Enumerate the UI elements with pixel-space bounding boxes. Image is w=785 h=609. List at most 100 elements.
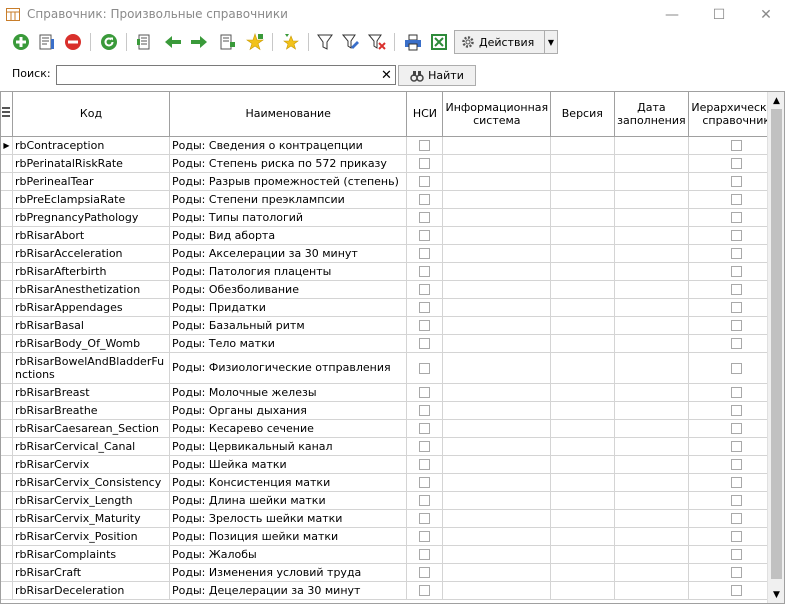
cell-code[interactable]: rbRisarCervical_Canal (12, 437, 171, 456)
row-selector[interactable] (1, 172, 13, 191)
cell-version[interactable] (550, 473, 615, 492)
search-button[interactable]: Найти (398, 65, 476, 86)
row-selector[interactable] (1, 527, 13, 546)
cell-info-system[interactable] (442, 226, 552, 245)
cell-info-system[interactable] (442, 527, 552, 546)
row-selector[interactable] (1, 190, 13, 209)
cell-code[interactable]: rbRisarAnesthetization (12, 280, 171, 299)
cell-fill-date[interactable] (614, 455, 690, 474)
cell-code[interactable]: rbRisarBody_Of_Womb (12, 334, 171, 353)
cell-code[interactable]: rbPerinatalRiskRate (12, 154, 171, 173)
column-header-fill-date[interactable]: Дата заполнения (614, 92, 690, 137)
cell-info-system[interactable] (442, 280, 552, 299)
cell-code[interactable]: rbRisarAfterbirth (12, 262, 171, 281)
checkbox[interactable] (730, 567, 742, 578)
cell-info-system[interactable] (442, 136, 552, 155)
column-chooser-button[interactable] (1, 92, 13, 137)
column-header-version[interactable]: Версия (550, 92, 615, 137)
cell-version[interactable] (550, 509, 615, 528)
row-selector[interactable] (1, 401, 13, 420)
table-row[interactable]: rbRisarBasal Роды: Базальный ритм (1, 316, 784, 335)
maximize-button[interactable]: ☐ (697, 0, 741, 29)
cell-fill-date[interactable] (614, 473, 690, 492)
checkbox[interactable] (419, 549, 431, 560)
table-row[interactable]: rbRisarAppendages Роды: Придатки (1, 298, 784, 317)
checkbox[interactable] (419, 423, 431, 434)
cell-nsi[interactable] (406, 401, 444, 420)
cell-version[interactable] (550, 136, 615, 155)
table-row[interactable]: rbRisarCervix_Position Роды: Позиция шейк… (1, 527, 784, 546)
cell-code[interactable]: rbPregnancyPathology (12, 208, 171, 227)
checkbox[interactable] (419, 212, 431, 223)
cell-fill-date[interactable] (614, 172, 690, 191)
cell-fill-date[interactable] (614, 352, 690, 384)
cell-fill-date[interactable] (614, 401, 690, 420)
cell-version[interactable] (550, 527, 615, 546)
add-button[interactable] (10, 30, 32, 54)
checkbox[interactable] (419, 362, 431, 374)
actions-button[interactable]: Действия (454, 30, 545, 54)
column-header-info-system[interactable]: Информационная система (442, 92, 552, 137)
cell-name[interactable]: Роды: Вид аборта (169, 226, 408, 245)
checkbox[interactable] (730, 549, 742, 560)
table-row[interactable]: rbPregnancyPathology Роды: Типы патологий (1, 208, 784, 227)
cell-fill-date[interactable] (614, 437, 690, 456)
cell-fill-date[interactable] (614, 419, 690, 438)
filter-edit-button[interactable] (340, 30, 362, 54)
cell-nsi[interactable] (406, 154, 444, 173)
cell-info-system[interactable] (442, 208, 552, 227)
checkbox[interactable] (730, 212, 742, 223)
cell-code[interactable]: rbRisarBowelAndBladderFunctions (12, 352, 171, 384)
cell-nsi[interactable] (406, 298, 444, 317)
row-selector[interactable] (1, 581, 13, 600)
cell-nsi[interactable] (406, 563, 444, 582)
cell-fill-date[interactable] (614, 208, 690, 227)
cell-version[interactable] (550, 455, 615, 474)
cell-code[interactable]: rbPreEclampsiaRate (12, 190, 171, 209)
checkbox[interactable] (730, 459, 742, 470)
cell-name[interactable]: Роды: Шейка матки (169, 455, 408, 474)
checkbox[interactable] (419, 248, 431, 259)
checkbox[interactable] (419, 194, 431, 205)
cell-name[interactable]: Роды: Разрыв промежностей (степень) (169, 172, 408, 191)
checkbox[interactable] (730, 423, 742, 434)
checkbox[interactable] (730, 338, 742, 349)
cell-name[interactable]: Роды: Патология плаценты (169, 262, 408, 281)
cell-version[interactable] (550, 226, 615, 245)
cell-fill-date[interactable] (614, 298, 690, 317)
checkbox[interactable] (730, 158, 742, 169)
cell-fill-date[interactable] (614, 136, 690, 155)
cell-info-system[interactable] (442, 581, 552, 600)
minimize-button[interactable]: — (650, 0, 694, 29)
cell-version[interactable] (550, 545, 615, 564)
cell-code[interactable]: rbRisarCervix_Length (12, 491, 171, 510)
checkbox[interactable] (419, 176, 431, 187)
checkbox[interactable] (730, 248, 742, 259)
scroll-down-button[interactable]: ▼ (768, 586, 784, 603)
checkbox[interactable] (419, 459, 431, 470)
table-row[interactable]: rbRisarCaesarean_Section Роды: Кесарево с… (1, 419, 784, 438)
cell-version[interactable] (550, 419, 615, 438)
print-button[interactable] (402, 30, 424, 54)
cell-version[interactable] (550, 244, 615, 263)
row-selector[interactable] (1, 280, 13, 299)
cell-version[interactable] (550, 298, 615, 317)
cell-code[interactable]: rbRisarCervix (12, 455, 171, 474)
cell-fill-date[interactable] (614, 491, 690, 510)
cell-version[interactable] (550, 262, 615, 281)
cell-version[interactable] (550, 383, 615, 402)
cell-name[interactable]: Роды: Физиологические отправления (169, 352, 408, 384)
cell-info-system[interactable] (442, 419, 552, 438)
row-selector[interactable] (1, 154, 13, 173)
cell-fill-date[interactable] (614, 316, 690, 335)
checkbox[interactable] (730, 230, 742, 241)
export-excel-button[interactable] (428, 30, 450, 54)
checkbox[interactable] (730, 362, 742, 374)
table-row[interactable]: rbPerinealTear Роды: Разрыв промежностей … (1, 172, 784, 191)
table-row[interactable]: rbRisarBody_Of_Womb Роды: Тело матки (1, 334, 784, 353)
cell-nsi[interactable] (406, 437, 444, 456)
cell-code[interactable]: rbRisarCervix_Maturity (12, 509, 171, 528)
table-row[interactable]: rbRisarCervix_Consistency Роды: Консистен… (1, 473, 784, 492)
cell-name[interactable]: Роды: Сведения о контрацепции (169, 136, 408, 155)
checkbox[interactable] (730, 513, 742, 524)
